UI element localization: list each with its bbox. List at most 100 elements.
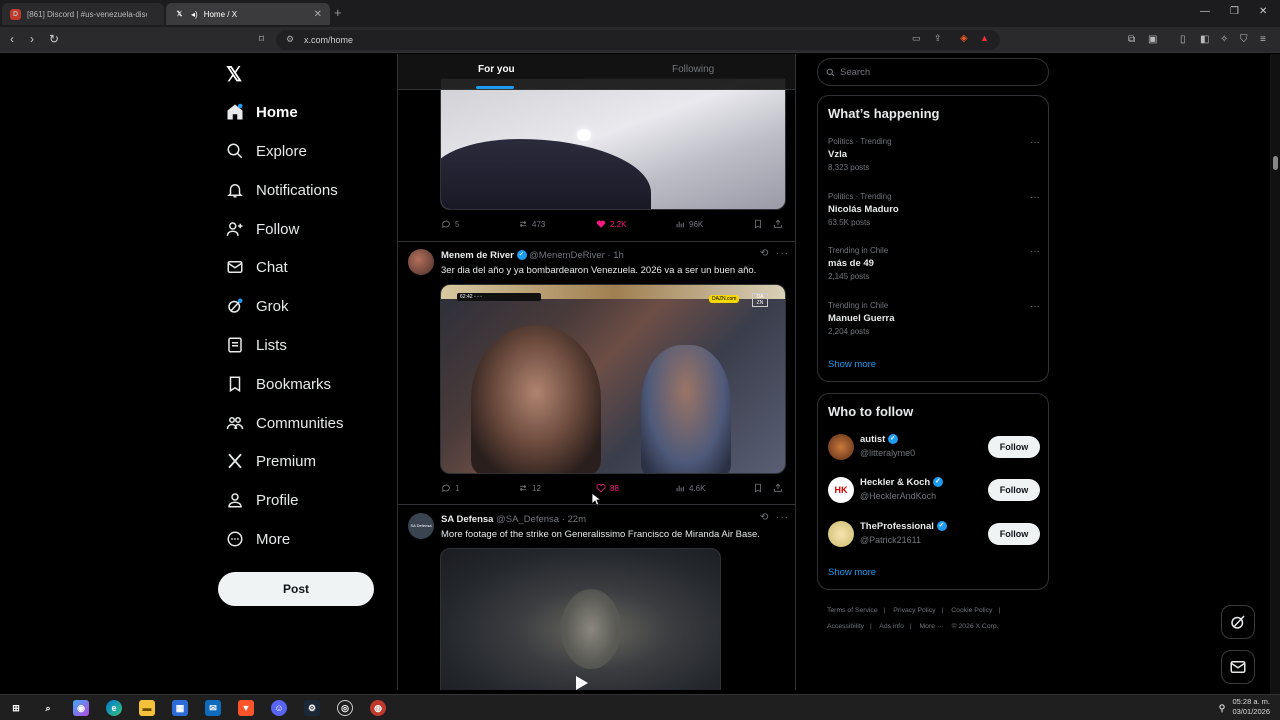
nav-item-notifications[interactable]: Notifications [226, 176, 338, 204]
nav-item-follow[interactable]: Follow [226, 215, 299, 243]
share-icon[interactable]: ⇪ [934, 33, 942, 44]
sidebar-icon[interactable]: ▯ [1180, 34, 1186, 45]
views-button[interactable]: 4.6K [675, 483, 705, 493]
like-button[interactable]: 2.2K [596, 219, 626, 229]
forward-icon[interactable]: › [30, 32, 34, 46]
tweet-media-image[interactable] [440, 78, 786, 210]
more-options-icon[interactable]: ··· [776, 512, 789, 523]
trend-more-icon[interactable]: ··· [1030, 246, 1040, 257]
search-input[interactable]: Search [817, 58, 1049, 86]
repost-button[interactable]: 12 [518, 483, 541, 493]
tab-for-you[interactable]: For you [478, 64, 515, 75]
post-button[interactable]: Post [218, 572, 374, 606]
wallet-icon[interactable]: ▣ [1148, 34, 1157, 45]
site-info-icon[interactable]: ⚙ [286, 34, 294, 45]
browser-tab-discord[interactable]: D [861] Discord | #us-venezuela-disc [2, 3, 164, 25]
edge-icon[interactable]: e [106, 700, 122, 716]
share-button[interactable] [773, 483, 783, 493]
leo-ai-icon[interactable]: ✧ [1220, 34, 1228, 45]
mail-app-icon[interactable]: ✉ [205, 700, 221, 716]
nav-item-premium[interactable]: Premium [226, 447, 316, 475]
nav-item-home[interactable]: Home [226, 98, 298, 126]
brave-shield-icon[interactable]: ◈ [960, 33, 968, 44]
copilot-icon[interactable]: ◉ [73, 700, 89, 716]
nav-item-lists[interactable]: Lists [226, 331, 287, 359]
trend-item[interactable]: Trending in Chile más de 49 2,145 posts … [828, 246, 1040, 281]
obs-icon[interactable]: ◎ [337, 700, 353, 716]
cookie-link[interactable]: Cookie Policy [951, 607, 992, 614]
reply-button[interactable]: 1 [441, 483, 459, 493]
scrollbar-thumb[interactable] [1273, 156, 1278, 170]
trend-item[interactable]: Trending in Chile Manuel Guerra 2,204 po… [828, 301, 1040, 336]
avatar[interactable] [408, 249, 434, 275]
x-logo-icon[interactable]: 𝕏 [226, 62, 242, 87]
author-name[interactable]: Menem de River [441, 250, 514, 261]
nav-item-grok[interactable]: Grok [226, 292, 289, 320]
bookmark-button[interactable] [753, 483, 763, 493]
bookmark-page-icon[interactable]: ⌑ [259, 34, 264, 45]
ads-info-link[interactable]: Ads info [879, 623, 904, 630]
privacy-link[interactable]: Privacy Policy [893, 607, 935, 614]
extensions-icon[interactable]: ⧉ [1128, 34, 1135, 45]
scrollbar-track[interactable] [1270, 54, 1280, 694]
menu-icon[interactable]: ≡ [1260, 34, 1266, 45]
show-more-link[interactable]: Show more [828, 567, 876, 578]
follow-button[interactable]: Follow [988, 436, 1040, 458]
author-handle[interactable]: @MenemDeRiver · 1h [529, 250, 624, 261]
more-options-icon[interactable]: ··· [776, 248, 789, 259]
author-handle[interactable]: @SA_Defensa · 22m [496, 514, 586, 525]
accessibility-link[interactable]: Accessibility [827, 623, 864, 630]
search-icon[interactable]: ⌕ [40, 700, 56, 716]
vpn-icon[interactable]: ⛉ [1240, 34, 1248, 45]
avatar[interactable] [828, 434, 854, 460]
tab-following[interactable]: Following [672, 64, 714, 75]
trend-more-icon[interactable]: ··· [1030, 192, 1040, 203]
trend-more-icon[interactable]: ··· [1030, 137, 1040, 148]
restore-icon[interactable]: ❐ [1230, 6, 1239, 17]
brave-rewards-icon[interactable]: ▲ [980, 33, 989, 43]
bookmark-button[interactable] [753, 219, 763, 229]
new-tab-icon[interactable]: + [334, 5, 342, 20]
avatar[interactable]: SA Defensa [408, 513, 434, 539]
discord-icon[interactable]: ☺ [271, 700, 287, 716]
tweet-media-video[interactable] [440, 548, 721, 690]
network-icon[interactable]: ⚲ [1214, 700, 1230, 716]
reload-icon[interactable]: ↻ [49, 32, 59, 46]
views-button[interactable]: 96K [675, 219, 703, 229]
follow-suggestion[interactable]: autist ✓ @litteralyme0 Follow [828, 432, 1040, 462]
follow-suggestion[interactable]: HK Heckler & Koch ✓ @HecklerAndKoch Foll… [828, 475, 1040, 505]
browser-tab-x[interactable]: 𝕏 ◂) Home / X ✕ [166, 3, 330, 25]
nav-item-communities[interactable]: Communities [226, 409, 344, 437]
more-link[interactable]: More ··· [920, 623, 944, 630]
terms-link[interactable]: Terms of Service [827, 607, 878, 614]
back-icon[interactable]: ‹ [10, 32, 14, 46]
tweet-media-video[interactable]: 62:42 ◦ ◦ ◦ DAZN.com DA ZN [440, 284, 786, 474]
system-clock[interactable]: 05:28 a. m. 03/01/2026 [1232, 697, 1270, 717]
reply-button[interactable]: 5 [441, 219, 459, 229]
author-name[interactable]: SA Defensa [441, 514, 493, 525]
recording-app-icon[interactable]: ◍ [370, 700, 386, 716]
nav-item-more[interactable]: More [226, 525, 290, 553]
messages-float-button[interactable] [1221, 650, 1255, 684]
play-icon[interactable] [573, 675, 589, 690]
share-button[interactable] [773, 219, 783, 229]
nav-item-explore[interactable]: Explore [226, 137, 307, 165]
avatar[interactable] [828, 521, 854, 547]
crypto-wallet-icon[interactable]: ◧ [1200, 34, 1209, 45]
trend-item[interactable]: Politics · Trending Nicolás Maduro 63.5K… [828, 192, 1040, 227]
nav-item-profile[interactable]: Profile [226, 486, 299, 514]
minimize-icon[interactable]: — [1200, 6, 1210, 17]
url-field[interactable]: ⚙ x.com/home ▭ ⇪ ◈ ▲ [276, 30, 1000, 50]
follow-button[interactable]: Follow [988, 523, 1040, 545]
brave-icon[interactable]: ▼ [238, 700, 254, 716]
follow-suggestion[interactable]: TheProfessional ✓ @Patrick21611 Follow [828, 519, 1040, 549]
trend-more-icon[interactable]: ··· [1030, 301, 1040, 312]
close-tab-icon[interactable]: ✕ [314, 9, 322, 20]
grok-analyze-icon[interactable]: ⟲ [760, 248, 769, 259]
repost-button[interactable]: 473 [518, 219, 545, 229]
hk-logo-icon[interactable]: HK [828, 477, 854, 503]
store-icon[interactable]: ▦ [172, 700, 188, 716]
windows-start-icon[interactable]: ⊞ [8, 700, 24, 716]
cast-icon[interactable]: ▭ [912, 33, 921, 44]
file-explorer-icon[interactable]: ▬ [139, 700, 155, 716]
